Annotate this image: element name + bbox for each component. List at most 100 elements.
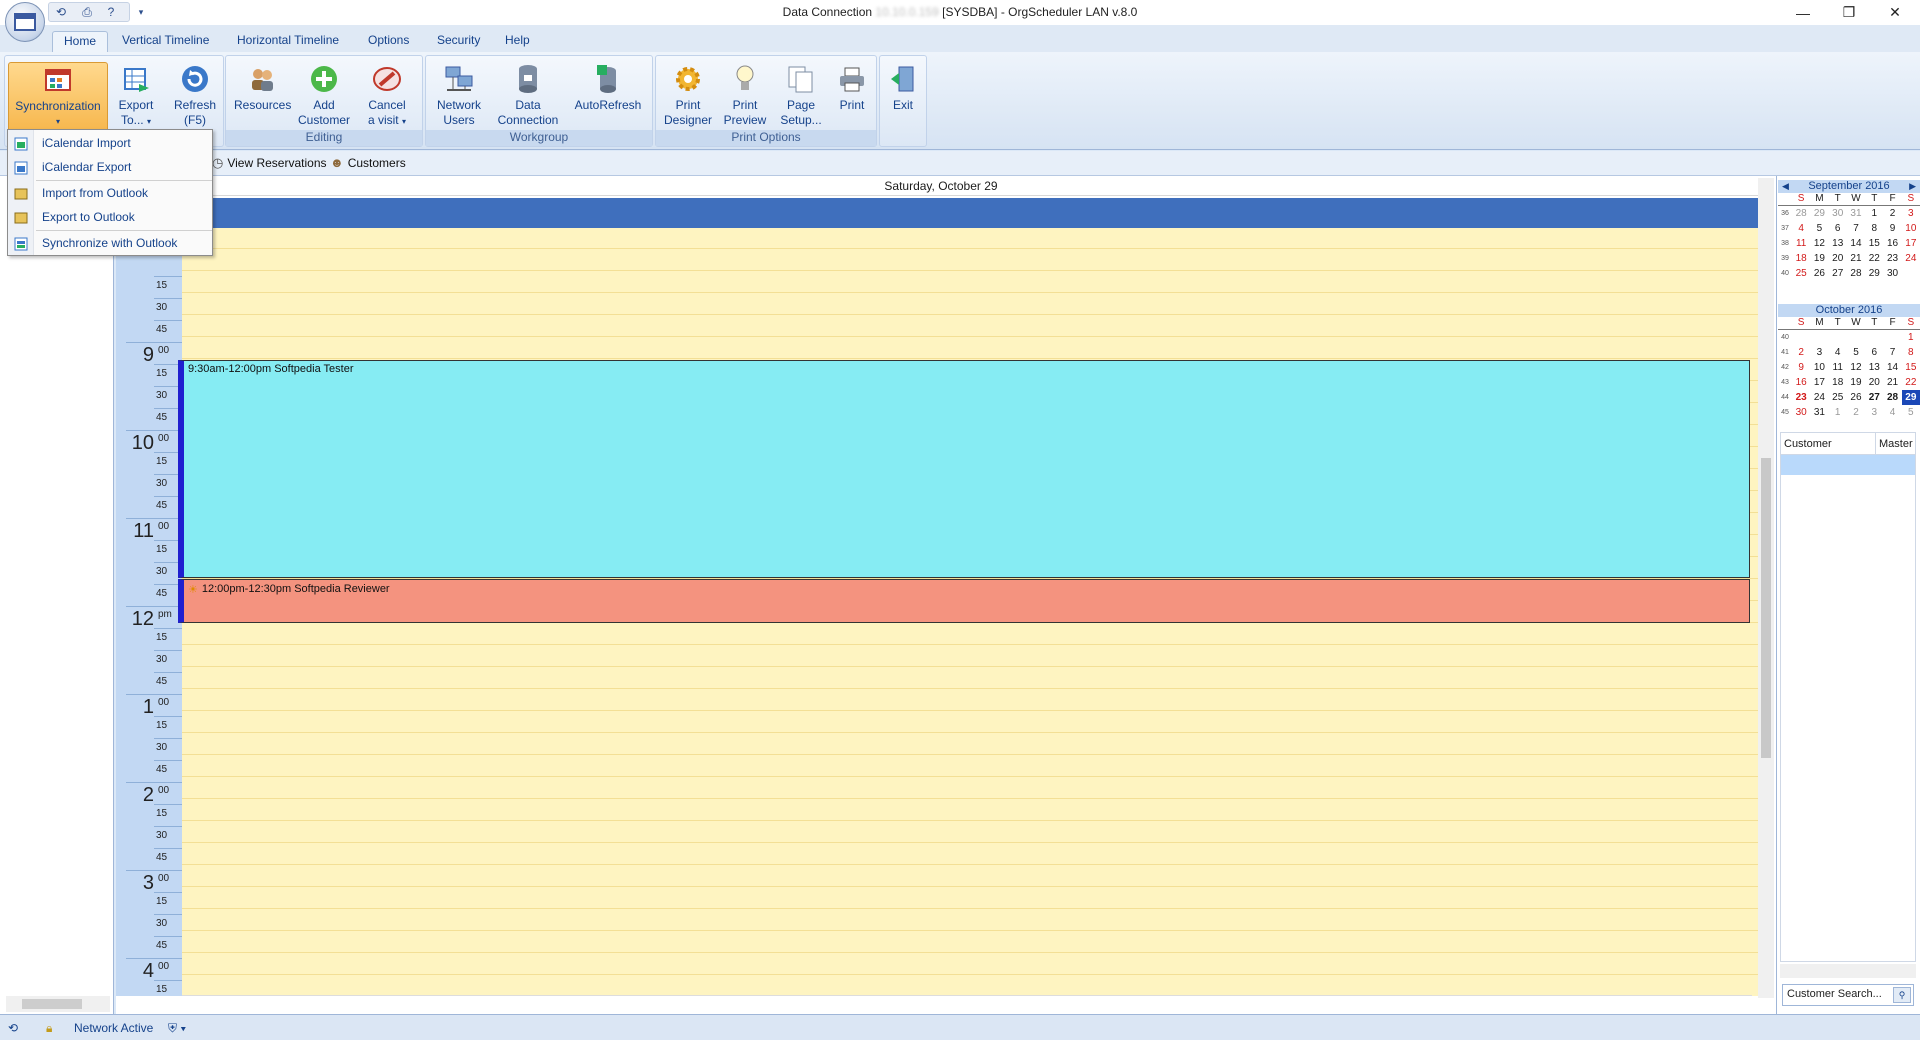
mini-calendar-day[interactable]: 18 [1792, 251, 1810, 266]
mini-calendar-day[interactable]: 22 [1902, 375, 1920, 390]
mini-calendar-day[interactable]: 2 [1792, 345, 1810, 360]
mini-calendar-day[interactable]: 16 [1792, 375, 1810, 390]
next-month-icon[interactable]: ▶ [1909, 180, 1916, 193]
mini-calendar-day[interactable]: 21 [1883, 375, 1901, 390]
mini-calendar-day[interactable]: 30 [1883, 266, 1901, 281]
mini-calendar-day[interactable]: 24 [1810, 390, 1828, 405]
tab-home[interactable]: Home [52, 31, 109, 52]
mini-calendar-day[interactable]: 17 [1810, 375, 1828, 390]
mini-calendar-day[interactable]: 4 [1792, 221, 1810, 236]
mini-calendar-day[interactable]: 3 [1810, 345, 1828, 360]
close-button[interactable]: ✕ [1872, 0, 1918, 25]
appointment-softpedia-reviewer[interactable]: ☀ 12:00pm-12:30pm Softpedia Reviewer [178, 579, 1750, 623]
menu-item-export-to-outlook[interactable]: Export to Outlook [8, 206, 212, 228]
mini-calendar-day[interactable]: 24 [1902, 251, 1920, 266]
mini-calendar-day[interactable]: 1 [1902, 330, 1920, 345]
mini-calendar-day[interactable]: 26 [1847, 390, 1865, 405]
maximize-button[interactable]: ❐ [1826, 0, 1872, 25]
mini-calendar-day[interactable]: 8 [1902, 345, 1920, 360]
mini-calendar-day[interactable]: 26 [1810, 266, 1828, 281]
prev-month-icon[interactable]: ◀ [1782, 180, 1789, 193]
tab-vertical-timeline[interactable]: Vertical Timeline [111, 31, 220, 52]
mini-calendar-day[interactable]: 9 [1792, 360, 1810, 375]
mini-calendar-day[interactable]: 30 [1829, 206, 1847, 221]
exit-button[interactable]: Exit [884, 62, 922, 142]
mini-calendar-day[interactable]: 6 [1829, 221, 1847, 236]
mini-calendar-day[interactable]: 27 [1829, 266, 1847, 281]
all-day-bar[interactable] [182, 198, 1758, 228]
mini-calendar-day[interactable]: 10 [1902, 221, 1920, 236]
menu-item-icalendar-export[interactable]: iCalendar Export [8, 156, 212, 178]
mini-calendar-day[interactable]: 5 [1810, 221, 1828, 236]
tab-options[interactable]: Options [357, 31, 420, 52]
mini-calendar-day[interactable]: 31 [1847, 206, 1865, 221]
mini-calendar-day[interactable]: 8 [1865, 221, 1883, 236]
mini-calendar-day[interactable]: 19 [1810, 251, 1828, 266]
customer-row[interactable] [1781, 455, 1915, 475]
mini-calendar-day[interactable]: 28 [1847, 266, 1865, 281]
lock-icon[interactable]: 🔒︎ [46, 1019, 52, 1037]
mini-calendar-day[interactable]: 22 [1865, 251, 1883, 266]
mini-calendar-day[interactable]: 7 [1883, 345, 1901, 360]
menu-item-icalendar-import[interactable]: iCalendar Import [8, 132, 212, 154]
menu-item-synchronize-with-outlook[interactable]: Synchronize with Outlook [8, 232, 212, 254]
mini-calendar-day[interactable]: 6 [1865, 345, 1883, 360]
mini-calendar-day[interactable]: 13 [1865, 360, 1883, 375]
mini-calendar-day[interactable]: 29 [1810, 206, 1828, 221]
left-pane-scrollbar[interactable] [6, 996, 110, 1012]
mini-calendar-day[interactable]: 21 [1847, 251, 1865, 266]
mini-calendar-day[interactable]: 28 [1792, 206, 1810, 221]
mini-calendar-day[interactable]: 4 [1829, 345, 1847, 360]
mini-calendar-day[interactable]: 10 [1810, 360, 1828, 375]
mini-calendar-day[interactable]: 25 [1829, 390, 1847, 405]
mini-calendar-day[interactable]: 2 [1883, 206, 1901, 221]
mini-calendar-day[interactable]: 12 [1847, 360, 1865, 375]
mini-calendar-day[interactable]: 4 [1883, 405, 1901, 420]
shield-icon[interactable]: ⛨ ▾ [168, 1019, 186, 1037]
mini-calendar-day[interactable]: 17 [1902, 236, 1920, 251]
view-reservations-button[interactable]: ◷ View Reservations [212, 155, 327, 171]
customer-search-input[interactable]: Customer Search... ⚲ [1782, 984, 1914, 1006]
master-column-header[interactable]: Master [1876, 433, 1913, 454]
mini-calendar-day[interactable]: 12 [1810, 236, 1828, 251]
mini-calendar-day[interactable]: 19 [1847, 375, 1865, 390]
mini-calendar-day[interactable]: 13 [1829, 236, 1847, 251]
mini-calendar-day[interactable]: 31 [1810, 405, 1828, 420]
tab-horizontal-timeline[interactable]: Horizontal Timeline [226, 31, 350, 52]
day-view-vertical-scrollbar[interactable] [1758, 178, 1774, 998]
tab-security[interactable]: Security [426, 31, 491, 52]
mini-calendar-day[interactable]: 11 [1792, 236, 1810, 251]
mini-calendar-day[interactable]: 27 [1865, 390, 1883, 405]
mini-calendar-day[interactable]: 5 [1847, 345, 1865, 360]
appointment-softpedia-tester[interactable]: 9:30am-12:00pm Softpedia Tester [178, 360, 1750, 578]
mini-calendar-day[interactable]: 11 [1829, 360, 1847, 375]
mini-calendar-day[interactable]: 3 [1902, 206, 1920, 221]
mini-calendar-day[interactable]: 18 [1829, 375, 1847, 390]
mini-calendar-day[interactable]: 23 [1883, 251, 1901, 266]
mini-calendar-day[interactable]: 15 [1902, 360, 1920, 375]
menu-item-import-from-outlook[interactable]: Import from Outlook [8, 182, 212, 204]
customers-button[interactable]: ☻ Customers [330, 155, 406, 170]
mini-calendar-day[interactable]: 16 [1883, 236, 1901, 251]
mini-calendar-day[interactable]: 5 [1902, 405, 1920, 420]
mini-calendar-day[interactable]: 14 [1847, 236, 1865, 251]
mini-calendar-day[interactable]: 15 [1865, 236, 1883, 251]
mini-calendar-day[interactable]: 9 [1883, 221, 1901, 236]
customer-grid-scrollbar[interactable] [1780, 964, 1916, 978]
mini-calendar-day[interactable]: 1 [1865, 206, 1883, 221]
mini-calendar-day[interactable]: 20 [1865, 375, 1883, 390]
mini-calendar-day[interactable]: 29 [1865, 266, 1883, 281]
mini-calendar-day[interactable]: 2 [1847, 405, 1865, 420]
mini-calendar-day[interactable]: 1 [1829, 405, 1847, 420]
mini-calendar-day[interactable]: 20 [1829, 251, 1847, 266]
mini-calendar-day[interactable]: 30 [1792, 405, 1810, 420]
customer-column-header[interactable]: Customer [1781, 433, 1876, 454]
binoculars-icon[interactable]: ⚲ [1893, 987, 1911, 1003]
mini-calendar-day[interactable]: 23 [1792, 390, 1810, 405]
mini-calendar-day[interactable]: 25 [1792, 266, 1810, 281]
mini-calendar-day[interactable]: 7 [1847, 221, 1865, 236]
mini-calendar-day[interactable]: 3 [1865, 405, 1883, 420]
mini-calendar-day[interactable]: 29 [1901, 390, 1920, 405]
application-menu-button[interactable] [5, 2, 45, 42]
mini-calendar-day[interactable]: 28 [1883, 390, 1901, 405]
